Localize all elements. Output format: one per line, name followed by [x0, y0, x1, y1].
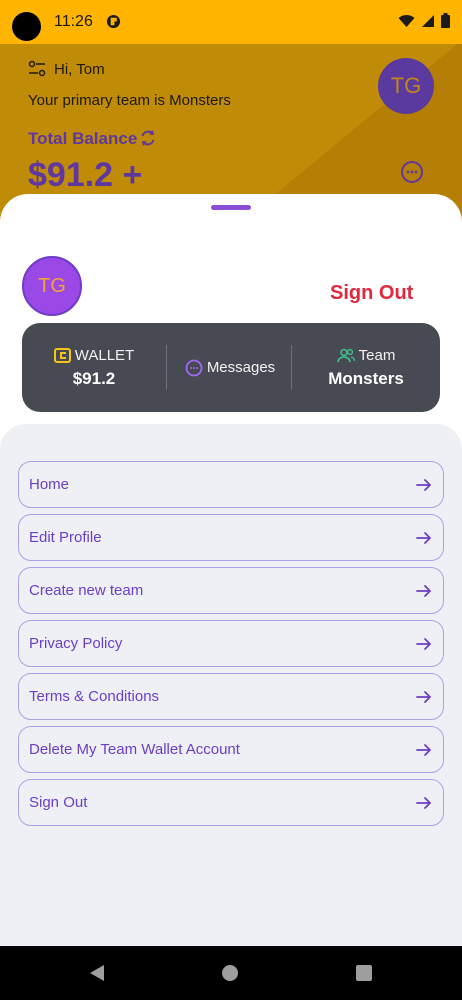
- team-icon: [336, 348, 355, 362]
- home-icon[interactable]: [222, 965, 238, 981]
- back-icon[interactable]: [88, 964, 106, 982]
- menu-item-create-new-team[interactable]: Create new team: [18, 567, 444, 614]
- screen: 11:26 Hi, Tom Your primary team is Monst…: [0, 0, 462, 1000]
- app-notification-icon: [106, 14, 121, 29]
- total-balance-label: Total Balance: [28, 129, 138, 148]
- menu-item-label: Delete My Team Wallet Account: [29, 741, 240, 758]
- sign-out-button[interactable]: Sign Out: [330, 282, 413, 305]
- team-value: Monsters: [328, 368, 404, 388]
- menu-item-privacy-policy[interactable]: Privacy Policy: [18, 620, 444, 667]
- status-icons: [398, 13, 450, 28]
- status-bar: 11:26: [0, 0, 462, 44]
- arrow-right-icon: [416, 744, 431, 756]
- team-summary[interactable]: Team Monsters: [292, 323, 440, 412]
- arrow-right-icon: [416, 532, 431, 544]
- wallet-summary[interactable]: WALLET $91.2: [22, 323, 166, 412]
- greeting-text: Hi, Tom: [54, 61, 105, 78]
- menu-item-sign-out[interactable]: Sign Out: [18, 779, 444, 826]
- filter-icon[interactable]: [28, 60, 46, 78]
- menu-item-label: Home: [29, 476, 70, 493]
- messages-icon: [185, 359, 203, 376]
- arrow-right-icon: [416, 585, 431, 597]
- arrow-right-icon: [416, 797, 431, 809]
- wallet-value: $91.2: [72, 368, 116, 388]
- summary-divider: [166, 345, 167, 390]
- navigation-bar: [0, 946, 462, 1000]
- menu-item-label: Sign Out: [29, 794, 88, 811]
- balance-amount: $91.2 +: [28, 156, 143, 194]
- menu-item-home[interactable]: Home: [18, 461, 444, 508]
- wallet-icon: [53, 347, 71, 363]
- recents-icon[interactable]: [356, 965, 372, 981]
- wifi-icon: [398, 14, 415, 27]
- avatar[interactable]: TG: [378, 58, 434, 114]
- messages-label: Messages: [206, 359, 276, 376]
- menu-item-terms-conditions[interactable]: Terms & Conditions: [18, 673, 444, 720]
- menu-item-edit-profile[interactable]: Edit Profile: [18, 514, 444, 561]
- menu-panel: Home Edit Profile Create new team Privac…: [0, 424, 462, 946]
- refresh-icon[interactable]: [138, 128, 158, 148]
- messages-summary[interactable]: Messages: [168, 323, 292, 412]
- drag-handle[interactable]: [211, 205, 251, 210]
- profile-avatar[interactable]: TG: [22, 256, 82, 316]
- menu-item-label: Create new team: [29, 582, 144, 599]
- profile-bottom-sheet: TG Sign Out WALLET $91.2 Messages Team M…: [0, 194, 462, 946]
- signal-icon: [422, 14, 434, 27]
- chat-icon[interactable]: [400, 160, 424, 184]
- wallet-label: WALLET: [74, 346, 135, 364]
- status-time: 11:26: [54, 13, 93, 30]
- menu-item-label: Privacy Policy: [29, 635, 123, 652]
- menu-item-delete-account[interactable]: Delete My Team Wallet Account: [18, 726, 444, 773]
- menu-item-label: Edit Profile: [29, 529, 102, 546]
- arrow-right-icon: [416, 691, 431, 703]
- arrow-right-icon: [416, 479, 431, 491]
- menu-item-label: Terms & Conditions: [29, 688, 160, 705]
- camera-cutout: [12, 12, 41, 41]
- arrow-right-icon: [416, 638, 431, 650]
- team-label: Team: [358, 346, 396, 364]
- primary-team-text: Your primary team is Monsters: [28, 92, 231, 109]
- battery-icon: [441, 13, 450, 28]
- account-summary-card: WALLET $91.2 Messages Team Monsters: [22, 323, 440, 412]
